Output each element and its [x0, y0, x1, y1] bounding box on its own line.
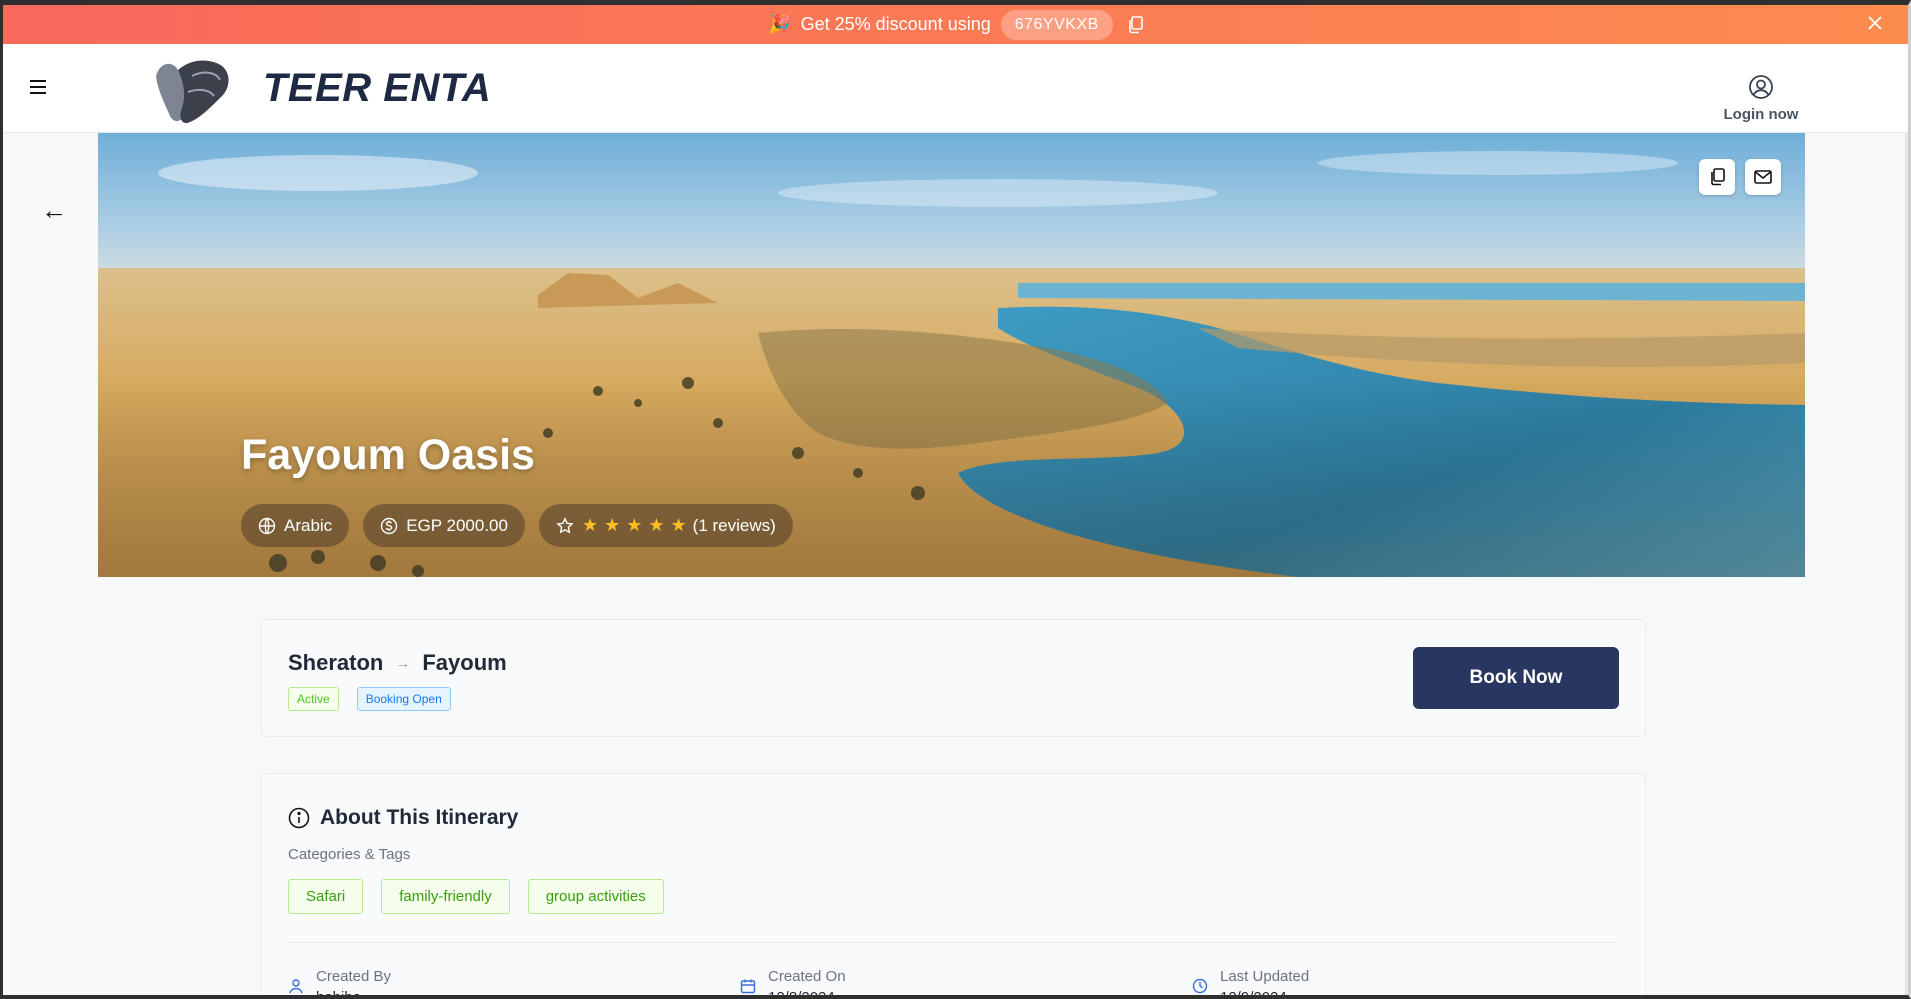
category-tag: family-friendly [381, 879, 510, 914]
language-label: Arabic [284, 515, 333, 535]
promo-text: Get 25% discount using [800, 14, 991, 34]
last-updated: Last Updated 12/9/2024 [1192, 968, 1310, 999]
category-tag: Safari [288, 879, 364, 914]
price-pill: EGP 2000.00 [363, 504, 525, 547]
divider [288, 942, 1618, 943]
price-label: EGP 2000.00 [406, 515, 508, 535]
hero-banner: Fayoum Oasis Arabic EGP 2000.00 ★ ★ ★ ★ … [98, 133, 1805, 577]
login-button[interactable]: Login now [1713, 74, 1809, 123]
booking-badge: Booking Open [356, 687, 451, 711]
share-actions [1699, 159, 1781, 195]
clock-icon [1192, 978, 1208, 994]
star-icon: ★ [648, 515, 665, 535]
meta-label: Created On [768, 968, 846, 985]
copy-code-icon[interactable] [1127, 15, 1143, 34]
route: Sheraton → Fayoum [288, 650, 507, 676]
status-badge: Active [288, 687, 339, 711]
promo-banner: 🎉 Get 25% discount using 676YVKXB [3, 5, 1908, 44]
mail-icon[interactable] [1745, 159, 1781, 195]
user-circle-icon [1749, 75, 1773, 99]
meta-label: Created By [316, 968, 392, 985]
copy-link-icon[interactable] [1699, 159, 1735, 195]
close-promo-icon[interactable] [1866, 14, 1884, 32]
about-card: About This Itinerary Categories & Tags S… [261, 773, 1646, 999]
created-on: Created On 12/8/2024 [740, 968, 846, 999]
route-arrow-icon: → [395, 654, 411, 672]
categories-label: Categories & Tags [288, 846, 411, 863]
route-to: Fayoum [422, 650, 507, 675]
star-icon: ★ [604, 515, 621, 535]
meta-label: Last Updated [1220, 968, 1310, 985]
calendar-icon [740, 979, 756, 994]
star-icon: ★ [626, 515, 643, 535]
category-tags: Safari family-friendly group activities [288, 879, 664, 914]
user-icon [289, 979, 303, 994]
rating-pill[interactable]: ★ ★ ★ ★ ★ (1 reviews) [538, 504, 793, 547]
globe-icon [258, 517, 276, 534]
info-icon [288, 807, 310, 829]
about-title: About This Itinerary [320, 806, 519, 829]
promo-code[interactable]: 676YVKXB [1000, 9, 1113, 40]
party-popper-icon: 🎉 [768, 14, 791, 34]
trip-title: Fayoum Oasis [241, 431, 535, 479]
book-now-button[interactable]: Book Now [1413, 647, 1619, 709]
star-icon: ★ [581, 515, 599, 535]
route-card: Sheraton → Fayoum Active Booking Open Bo… [261, 619, 1646, 737]
scrollbar[interactable] [1905, 133, 1908, 995]
created-by: Created By habiba [288, 968, 392, 999]
reviews-count: (1 reviews) [692, 515, 776, 535]
about-heading: About This Itinerary [288, 806, 518, 830]
meta-value: 12/8/2024 [768, 989, 835, 999]
brand-name[interactable]: TEER ENTA [263, 66, 491, 111]
dollar-icon [380, 517, 398, 534]
trip-info-pills: Arabic EGP 2000.00 ★ ★ ★ ★ ★ (1 reviews) [241, 504, 793, 547]
site-header: TEER ENTA Login now [3, 44, 1908, 133]
language-pill: Arabic [241, 504, 350, 547]
login-label: Login now [1723, 106, 1799, 123]
category-tag: group activities [527, 879, 664, 914]
star-icon: ★ [670, 515, 687, 535]
status-tags: Active Booking Open [288, 687, 451, 711]
menu-icon[interactable] [29, 79, 47, 100]
route-from: Sheraton [288, 650, 384, 675]
logo-icon[interactable] [148, 56, 238, 128]
browser-frame: 🎉 Get 25% discount using 676YVKXB TEER E… [0, 0, 1911, 999]
back-arrow-icon[interactable]: ← [41, 195, 67, 226]
meta-value: habiba [316, 989, 362, 999]
meta-value: 12/9/2024 [1220, 989, 1287, 999]
star-outline-icon [556, 516, 574, 534]
